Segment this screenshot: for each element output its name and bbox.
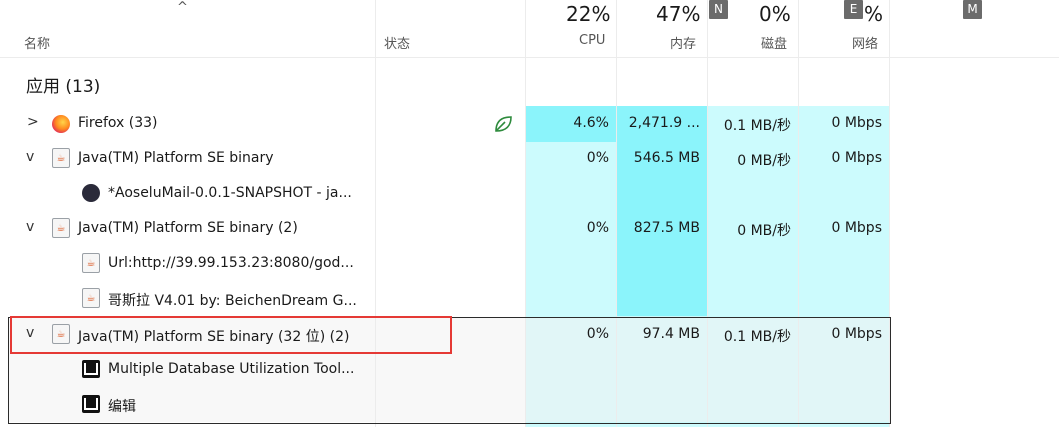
access-key-badge: E	[844, 0, 863, 19]
firefox-icon	[52, 115, 70, 133]
efficiency-mode-leaf-icon	[495, 116, 512, 132]
java-icon: ☕	[82, 288, 100, 308]
process-name: Java(TM) Platform SE binary (2)	[78, 220, 298, 236]
java-icon: ☕	[82, 253, 100, 273]
process-name: Firefox (33)	[78, 115, 158, 131]
process-name: Java(TM) Platform SE binary	[78, 150, 274, 166]
column-header-name[interactable]: 名称	[24, 33, 50, 52]
process-row[interactable]: > Firefox (33) 4.6% 2,471.9 ... 0.1 MB/秒…	[0, 106, 890, 142]
sort-arrow-icon[interactable]: ^	[177, 0, 188, 15]
header-divider	[0, 57, 1059, 58]
expand-chevron-icon[interactable]: >	[27, 114, 39, 130]
disk-value: 0 MB/秒	[737, 223, 791, 239]
disk-total-percent[interactable]: 0%	[759, 2, 791, 26]
memory-value: 546.5 MB	[633, 150, 700, 166]
memory-value: 2,471.9 ...	[628, 115, 700, 131]
column-header-status[interactable]: 状态	[384, 33, 410, 52]
collapse-chevron-icon[interactable]: v	[26, 149, 34, 165]
annotation-highlight-box	[10, 316, 452, 354]
disk-value: 0.1 MB/秒	[723, 118, 791, 134]
network-total-percent[interactable]: %	[864, 2, 883, 26]
child-process-row[interactable]: *AoseluMail-0.0.1-SNAPSHOT - ja...	[0, 176, 890, 211]
child-process-row[interactable]: ☕ 哥斯拉 V4.01 by: BeichenDream G...	[0, 281, 890, 316]
network-value: 0 Mbps	[831, 115, 882, 131]
process-row[interactable]: v ☕ Java(TM) Platform SE binary 0% 546.5…	[0, 141, 890, 176]
window-name: 哥斯拉 V4.01 by: BeichenDream G...	[108, 293, 357, 309]
network-value: 0 Mbps	[831, 150, 882, 166]
column-header-memory[interactable]: 内存	[670, 33, 696, 52]
window-name: *AoseluMail-0.0.1-SNAPSHOT - ja...	[108, 185, 352, 201]
cpu-value: 0%	[586, 150, 609, 166]
process-row[interactable]: v ☕ Java(TM) Platform SE binary (2) 0% 8…	[0, 211, 890, 246]
memory-value: 827.5 MB	[633, 220, 700, 236]
java-icon: ☕	[52, 148, 70, 168]
cpu-total-percent[interactable]: 22%	[566, 2, 610, 26]
collapse-chevron-icon[interactable]: v	[26, 219, 34, 235]
group-title-apps: 应用 (13)	[26, 77, 101, 97]
window-name: Url:http://39.99.153.23:8080/god...	[108, 255, 354, 271]
java-icon: ☕	[52, 218, 70, 238]
network-value: 0 Mbps	[831, 220, 882, 236]
memory-total-percent[interactable]: 47%	[656, 2, 700, 26]
column-header-network[interactable]: 网络	[852, 33, 878, 52]
access-key-badge: M	[963, 0, 982, 19]
child-process-row[interactable]: ☕ Url:http://39.99.153.23:8080/god...	[0, 246, 890, 281]
avatar-icon	[82, 184, 100, 202]
column-header-disk[interactable]: 磁盘	[761, 33, 787, 52]
cpu-value: 0%	[586, 220, 609, 236]
cpu-value: 4.6%	[573, 115, 609, 131]
access-key-badge: N	[709, 0, 728, 19]
disk-value: 0 MB/秒	[737, 153, 791, 169]
column-header-cpu[interactable]: CPU	[579, 33, 605, 48]
